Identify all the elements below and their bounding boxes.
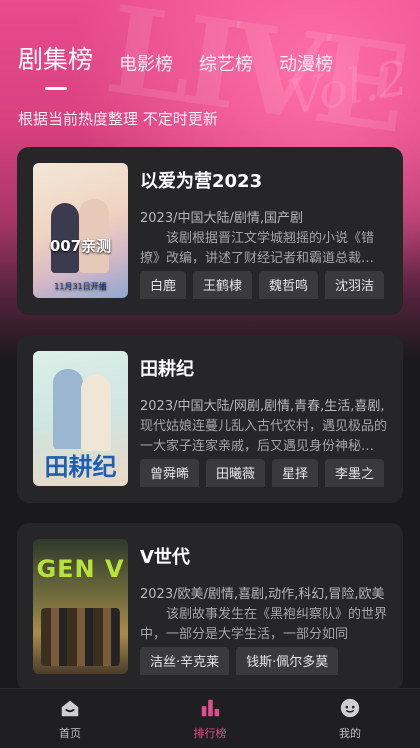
nav-label: 我的 bbox=[339, 727, 361, 740]
nav-label: 排行榜 bbox=[193, 727, 227, 740]
cast-tag[interactable]: 李墨之 bbox=[325, 458, 385, 487]
nav-label: 首页 bbox=[59, 727, 81, 740]
show-meta: 2023/中国大陆/剧情,国产剧 bbox=[140, 211, 303, 224]
profile-icon bbox=[340, 698, 360, 718]
cast-tag[interactable]: 田曦薇 bbox=[206, 458, 266, 487]
poster-date: 11月31日开播 bbox=[54, 282, 107, 291]
show-title[interactable]: 以爱为营2023 bbox=[140, 167, 387, 193]
ranking-subtitle: 根据当前热度整理 不定时更新 bbox=[18, 110, 218, 128]
tab-anime[interactable]: 动漫榜 bbox=[279, 50, 333, 76]
show-title[interactable]: V世代 bbox=[140, 543, 387, 569]
poster-title-art: 田耕纪 bbox=[44, 452, 117, 481]
nav-profile[interactable]: 我的 bbox=[280, 689, 420, 748]
cast-tag[interactable]: 星择 bbox=[272, 458, 319, 487]
show-description: 现代姑娘连蔓儿乱入古代农村，遇见极品的一大家子连家亲戚，后又遇见身份神秘的少年 bbox=[140, 418, 387, 452]
cast-tag[interactable]: 曾舜晞 bbox=[140, 458, 200, 487]
nav-home[interactable]: 首页 bbox=[0, 689, 140, 748]
tab-series[interactable]: 剧集榜 bbox=[18, 40, 93, 76]
show-description: 该剧故事发生在《黑袍纠察队》的世界中，一部分是大学生活，一部分如同 bbox=[140, 606, 387, 640]
poster-watermark: 007亲测 bbox=[49, 237, 112, 255]
nav-ranking[interactable]: 排行榜 bbox=[140, 689, 280, 748]
list-item[interactable]: 田耕纪 田耕纪 2023/中国大陆/网剧,剧情,青春,生活,喜剧, 现代姑娘连蔓… bbox=[17, 335, 403, 503]
show-meta: 2023/中国大陆/网剧,剧情,青春,生活,喜剧, bbox=[140, 399, 385, 412]
bottom-nav: 首页 排行榜 我的 bbox=[0, 688, 420, 748]
category-tabs: 剧集榜 电影榜 综艺榜 动漫榜 bbox=[18, 40, 402, 76]
list-item[interactable]: 007亲测 11月31日开播 以爱为营2023 2023/中国大陆/剧情,国产剧… bbox=[17, 147, 403, 315]
cast-tag[interactable]: 洁丝·辛克莱 bbox=[140, 646, 230, 675]
poster-figure bbox=[53, 369, 83, 449]
cast-tag[interactable]: 钱斯·佩尔多莫 bbox=[236, 646, 339, 675]
cast-tags: 洁丝·辛克莱 钱斯·佩尔多莫 bbox=[140, 646, 387, 675]
list-item[interactable]: GEN V V世代 2023/欧美/剧情,喜剧,动作,科幻,冒险,欧美 该剧故事… bbox=[17, 523, 403, 691]
poster-title-art: GEN V bbox=[36, 555, 125, 583]
tab-movies[interactable]: 电影榜 bbox=[119, 50, 173, 76]
show-description: 该剧根据晋江文学城翘摇的小说《错撩》改编，讲述了财经记者和霸道总裁的故事 bbox=[140, 230, 387, 264]
show-title[interactable]: 田耕纪 bbox=[140, 355, 387, 381]
poster-image[interactable]: GEN V bbox=[33, 539, 128, 674]
cast-tags: 曾舜晞 田曦薇 星择 李墨之 bbox=[140, 458, 387, 487]
cast-tags: 白鹿 王鹤棣 魏哲鸣 沈羽洁 bbox=[140, 270, 387, 299]
poster-figure bbox=[81, 375, 111, 451]
cast-tag[interactable]: 沈羽洁 bbox=[325, 270, 385, 299]
cast-tag[interactable]: 王鹤棣 bbox=[193, 270, 253, 299]
home-icon bbox=[61, 700, 79, 717]
cast-tag[interactable]: 白鹿 bbox=[140, 270, 187, 299]
show-meta: 2023/欧美/剧情,喜剧,动作,科幻,冒险,欧美 bbox=[140, 587, 385, 600]
poster-image[interactable]: 007亲测 11月31日开播 bbox=[33, 163, 128, 298]
cast-tag[interactable]: 魏哲鸣 bbox=[259, 270, 319, 299]
ranking-list: 007亲测 11月31日开播 以爱为营2023 2023/中国大陆/剧情,国产剧… bbox=[17, 147, 403, 691]
poster-image[interactable]: 田耕纪 bbox=[33, 351, 128, 486]
tab-variety[interactable]: 综艺榜 bbox=[199, 50, 253, 76]
poster-figure bbox=[41, 608, 120, 666]
chart-icon bbox=[201, 699, 220, 717]
